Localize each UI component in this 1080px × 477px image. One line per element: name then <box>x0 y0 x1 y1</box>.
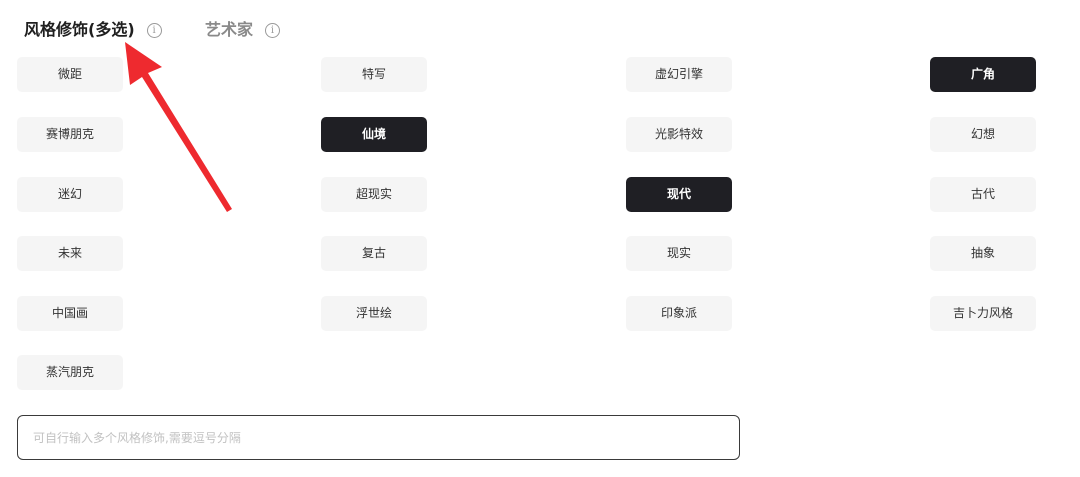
tab-style-modifiers[interactable]: 风格修饰(多选) i <box>24 18 162 42</box>
style-option-chip[interactable]: 吉卜力风格 <box>930 296 1036 331</box>
tab-style-modifiers-label: 风格修饰(多选) <box>24 20 135 39</box>
style-option-chip[interactable]: 古代 <box>930 177 1036 212</box>
style-option-chip[interactable]: 迷幻 <box>17 177 123 212</box>
style-option-chip[interactable]: 仙境 <box>321 117 427 152</box>
style-option-chip[interactable]: 复古 <box>321 236 427 271</box>
tab-artist[interactable]: 艺术家 i <box>205 18 281 42</box>
style-option-chip[interactable]: 现实 <box>626 236 732 271</box>
style-option-chip[interactable]: 幻想 <box>930 117 1036 152</box>
style-option-chip[interactable]: 微距 <box>17 57 123 92</box>
info-icon[interactable]: i <box>146 22 162 38</box>
style-option-chip[interactable]: 赛博朋克 <box>17 117 123 152</box>
style-option-chip[interactable]: 广角 <box>930 57 1036 92</box>
style-option-chip[interactable]: 抽象 <box>930 236 1036 271</box>
info-icon[interactable]: i <box>265 22 281 38</box>
style-option-chip[interactable]: 浮世绘 <box>321 296 427 331</box>
style-option-chip[interactable]: 中国画 <box>17 296 123 331</box>
tab-artist-label: 艺术家 <box>205 20 254 39</box>
style-option-chip[interactable]: 印象派 <box>626 296 732 331</box>
style-option-chip[interactable]: 未来 <box>17 236 123 271</box>
custom-style-input[interactable] <box>17 415 740 460</box>
red-arrow-icon <box>125 42 232 212</box>
style-option-chip[interactable]: 虚幻引擎 <box>626 57 732 92</box>
style-option-chip[interactable]: 光影特效 <box>626 117 732 152</box>
style-option-chip[interactable]: 特写 <box>321 57 427 92</box>
style-option-chip[interactable]: 现代 <box>626 177 732 212</box>
style-option-chip[interactable]: 超现实 <box>321 177 427 212</box>
style-option-chip[interactable]: 蒸汽朋克 <box>17 355 123 390</box>
